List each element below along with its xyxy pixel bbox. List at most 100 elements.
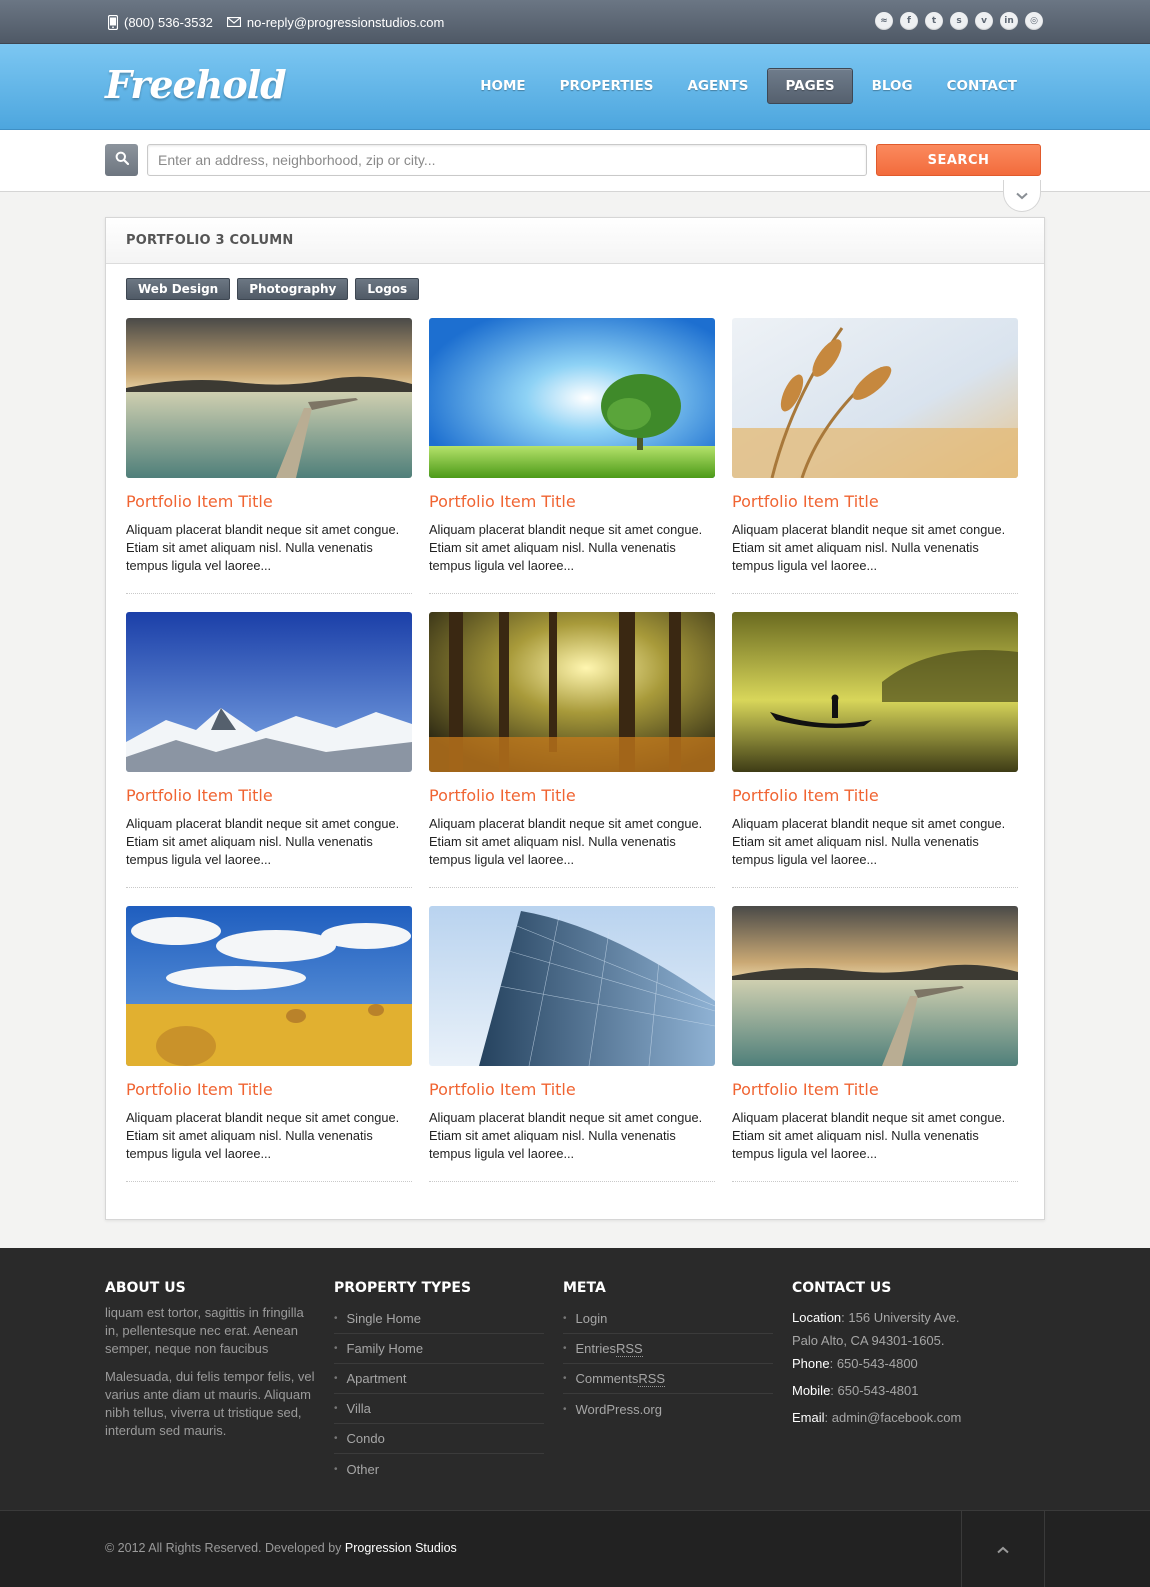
portfolio-thumbnail[interactable] xyxy=(732,612,1018,772)
site-logo[interactable]: Freehold xyxy=(105,62,287,107)
bullet-icon: • xyxy=(334,1463,338,1475)
dribbble-icon[interactable]: ◎ xyxy=(1025,12,1043,30)
email-value[interactable]: admin@facebook.com xyxy=(832,1410,962,1425)
rss-icon[interactable]: ≈ xyxy=(875,12,893,30)
nav-item-pages[interactable]: PAGES xyxy=(767,68,853,104)
phone-number: (800) 536-3532 xyxy=(124,14,213,30)
bullet-icon: • xyxy=(563,1343,567,1354)
item-divider xyxy=(126,887,412,888)
property-type-label: Single Home xyxy=(346,1311,421,1326)
portfolio-thumbnail[interactable] xyxy=(429,612,715,772)
property-type-label: Other xyxy=(346,1461,380,1477)
location-label: Location xyxy=(792,1310,842,1325)
meta-label: Comments xyxy=(575,1371,639,1386)
meta-link[interactable]: • Login xyxy=(563,1304,773,1334)
top-contact: (800) 536-3532 no-reply@progressionstudi… xyxy=(108,0,444,44)
portfolio-item-title[interactable]: Portfolio Item Title xyxy=(126,492,412,511)
portfolio-item-description: Aliquam placerat blandit neque sit amet … xyxy=(732,1110,1006,1161)
portfolio-item: Portfolio Item Title Aliquam placerat bla… xyxy=(126,612,412,888)
portfolio-thumbnail[interactable] xyxy=(732,906,1018,1066)
envelope-icon xyxy=(226,17,241,27)
portfolio-item-description: Aliquam placerat blandit neque sit amet … xyxy=(126,816,400,867)
contact-mobile: Mobile: 650-543-4801 xyxy=(792,1383,919,1398)
portfolio-thumbnail[interactable] xyxy=(732,318,1018,478)
panel-header: PORTFOLIO 3 COLUMN xyxy=(106,218,1044,264)
bullet-icon: • xyxy=(563,1373,567,1384)
portfolio-item: Portfolio Item Title Aliquam placerat bla… xyxy=(126,318,412,594)
about-paragraph: liquam est tortor, sagittis in fringilla… xyxy=(105,1305,304,1356)
meta-link[interactable]: • Comments RSS xyxy=(563,1364,773,1394)
property-type-link[interactable]: • Condo xyxy=(334,1424,544,1454)
item-divider xyxy=(732,593,1018,594)
meta-label: WordPress.org xyxy=(575,1401,662,1417)
search-input[interactable] xyxy=(147,144,867,176)
search-toggle[interactable] xyxy=(1003,180,1041,212)
bullet-icon: • xyxy=(334,1433,338,1444)
meta-label: Entries xyxy=(575,1341,616,1356)
portfolio-filters: Web Design Photography Logos xyxy=(126,278,420,300)
meta-list: • Login • Entries RSS • Comments RSS • WordPres… xyxy=(563,1304,773,1424)
portfolio-item-title[interactable]: Portfolio Item Title xyxy=(732,492,1018,511)
social-links: ≈ f t s v in ◎ xyxy=(875,12,1043,30)
portfolio-item-title[interactable]: Portfolio Item Title xyxy=(126,786,412,805)
facebook-icon[interactable]: f xyxy=(900,12,918,30)
property-type-link[interactable]: • Apartment xyxy=(334,1364,544,1394)
chevron-up-icon xyxy=(997,1541,1009,1559)
email-contact[interactable]: no-reply@progressionstudios.com xyxy=(226,15,444,30)
email-label: Email xyxy=(792,1410,825,1425)
meta-link[interactable]: • Entries RSS xyxy=(563,1334,773,1364)
nav-item-agents[interactable]: AGENTS xyxy=(670,68,765,104)
portfolio-thumbnail[interactable] xyxy=(429,906,715,1066)
portfolio-item-title[interactable]: Portfolio Item Title xyxy=(429,492,715,511)
portfolio-item-title[interactable]: Portfolio Item Title xyxy=(429,1080,715,1099)
twitter-icon[interactable]: t xyxy=(925,12,943,30)
portfolio-item-description: Aliquam placerat blandit neque sit amet … xyxy=(429,522,703,573)
portfolio-item-title[interactable]: Portfolio Item Title xyxy=(126,1080,412,1099)
property-type-link[interactable]: • Family Home xyxy=(334,1334,544,1364)
portfolio-item-description: Aliquam placerat blandit neque sit amet … xyxy=(732,522,1006,573)
back-to-top-button[interactable] xyxy=(961,1511,1045,1587)
about-paragraph: Malesuada, dui felis tempor felis, vel v… xyxy=(105,1369,315,1438)
footer-heading: CONTACT US xyxy=(792,1280,892,1296)
skype-icon[interactable]: s xyxy=(950,12,968,30)
search-button[interactable]: SEARCH xyxy=(876,144,1041,176)
portfolio-thumbnail[interactable] xyxy=(126,612,412,772)
mobile-value: 650-543-4801 xyxy=(837,1383,919,1398)
portfolio-item-title[interactable]: Portfolio Item Title xyxy=(732,786,1018,805)
portfolio-thumbnail[interactable] xyxy=(429,318,715,478)
nav-item-blog[interactable]: BLOG xyxy=(855,68,930,104)
nav-item-home[interactable]: HOME xyxy=(463,68,542,104)
nav-item-contact[interactable]: CONTACT xyxy=(930,68,1034,104)
portfolio-thumbnail[interactable] xyxy=(126,906,412,1066)
portfolio-item: Portfolio Item Title Aliquam placerat bla… xyxy=(732,906,1018,1182)
top-bar: (800) 536-3532 no-reply@progressionstudi… xyxy=(0,0,1150,44)
portfolio-item-title[interactable]: Portfolio Item Title xyxy=(429,786,715,805)
contact-location: Location: 156 University Ave. xyxy=(792,1310,960,1325)
filter-button[interactable]: Logos xyxy=(355,278,420,300)
bullet-icon: • xyxy=(334,1403,338,1414)
bullet-icon: • xyxy=(563,1403,567,1415)
mobile-label: Mobile xyxy=(792,1383,831,1398)
location-line2: Palo Alto, CA 94301-1605. xyxy=(792,1333,945,1348)
developer-link[interactable]: Progression Studios xyxy=(345,1541,457,1555)
property-type-link[interactable]: • Villa xyxy=(334,1394,544,1424)
chevron-down-icon xyxy=(1016,187,1028,205)
vimeo-icon[interactable]: v xyxy=(975,12,993,30)
footer-heading: ABOUT US xyxy=(105,1280,186,1296)
footer-meta: META • Login • Entries RSS • Comments RSS • Wor… xyxy=(563,1280,773,1424)
property-type-link[interactable]: • Single Home xyxy=(334,1304,544,1334)
search-icon-button[interactable] xyxy=(105,144,138,176)
item-divider xyxy=(732,1181,1018,1182)
property-type-link[interactable]: • Other xyxy=(334,1454,544,1484)
nav-item-properties[interactable]: PROPERTIES xyxy=(543,68,671,104)
page-title: PORTFOLIO 3 COLUMN xyxy=(126,233,294,248)
meta-link[interactable]: • WordPress.org xyxy=(563,1394,773,1424)
main-nav: HOME PROPERTIES AGENTS PAGES BLOG CONTACT xyxy=(463,68,1034,104)
filter-button[interactable]: Photography xyxy=(237,278,349,300)
linkedin-icon[interactable]: in xyxy=(1000,12,1018,30)
filter-button[interactable]: Web Design xyxy=(126,278,231,300)
item-divider xyxy=(429,593,715,594)
portfolio-item-title[interactable]: Portfolio Item Title xyxy=(732,1080,1018,1099)
portfolio-thumbnail[interactable] xyxy=(126,318,412,478)
meta-label: Login xyxy=(575,1311,608,1326)
